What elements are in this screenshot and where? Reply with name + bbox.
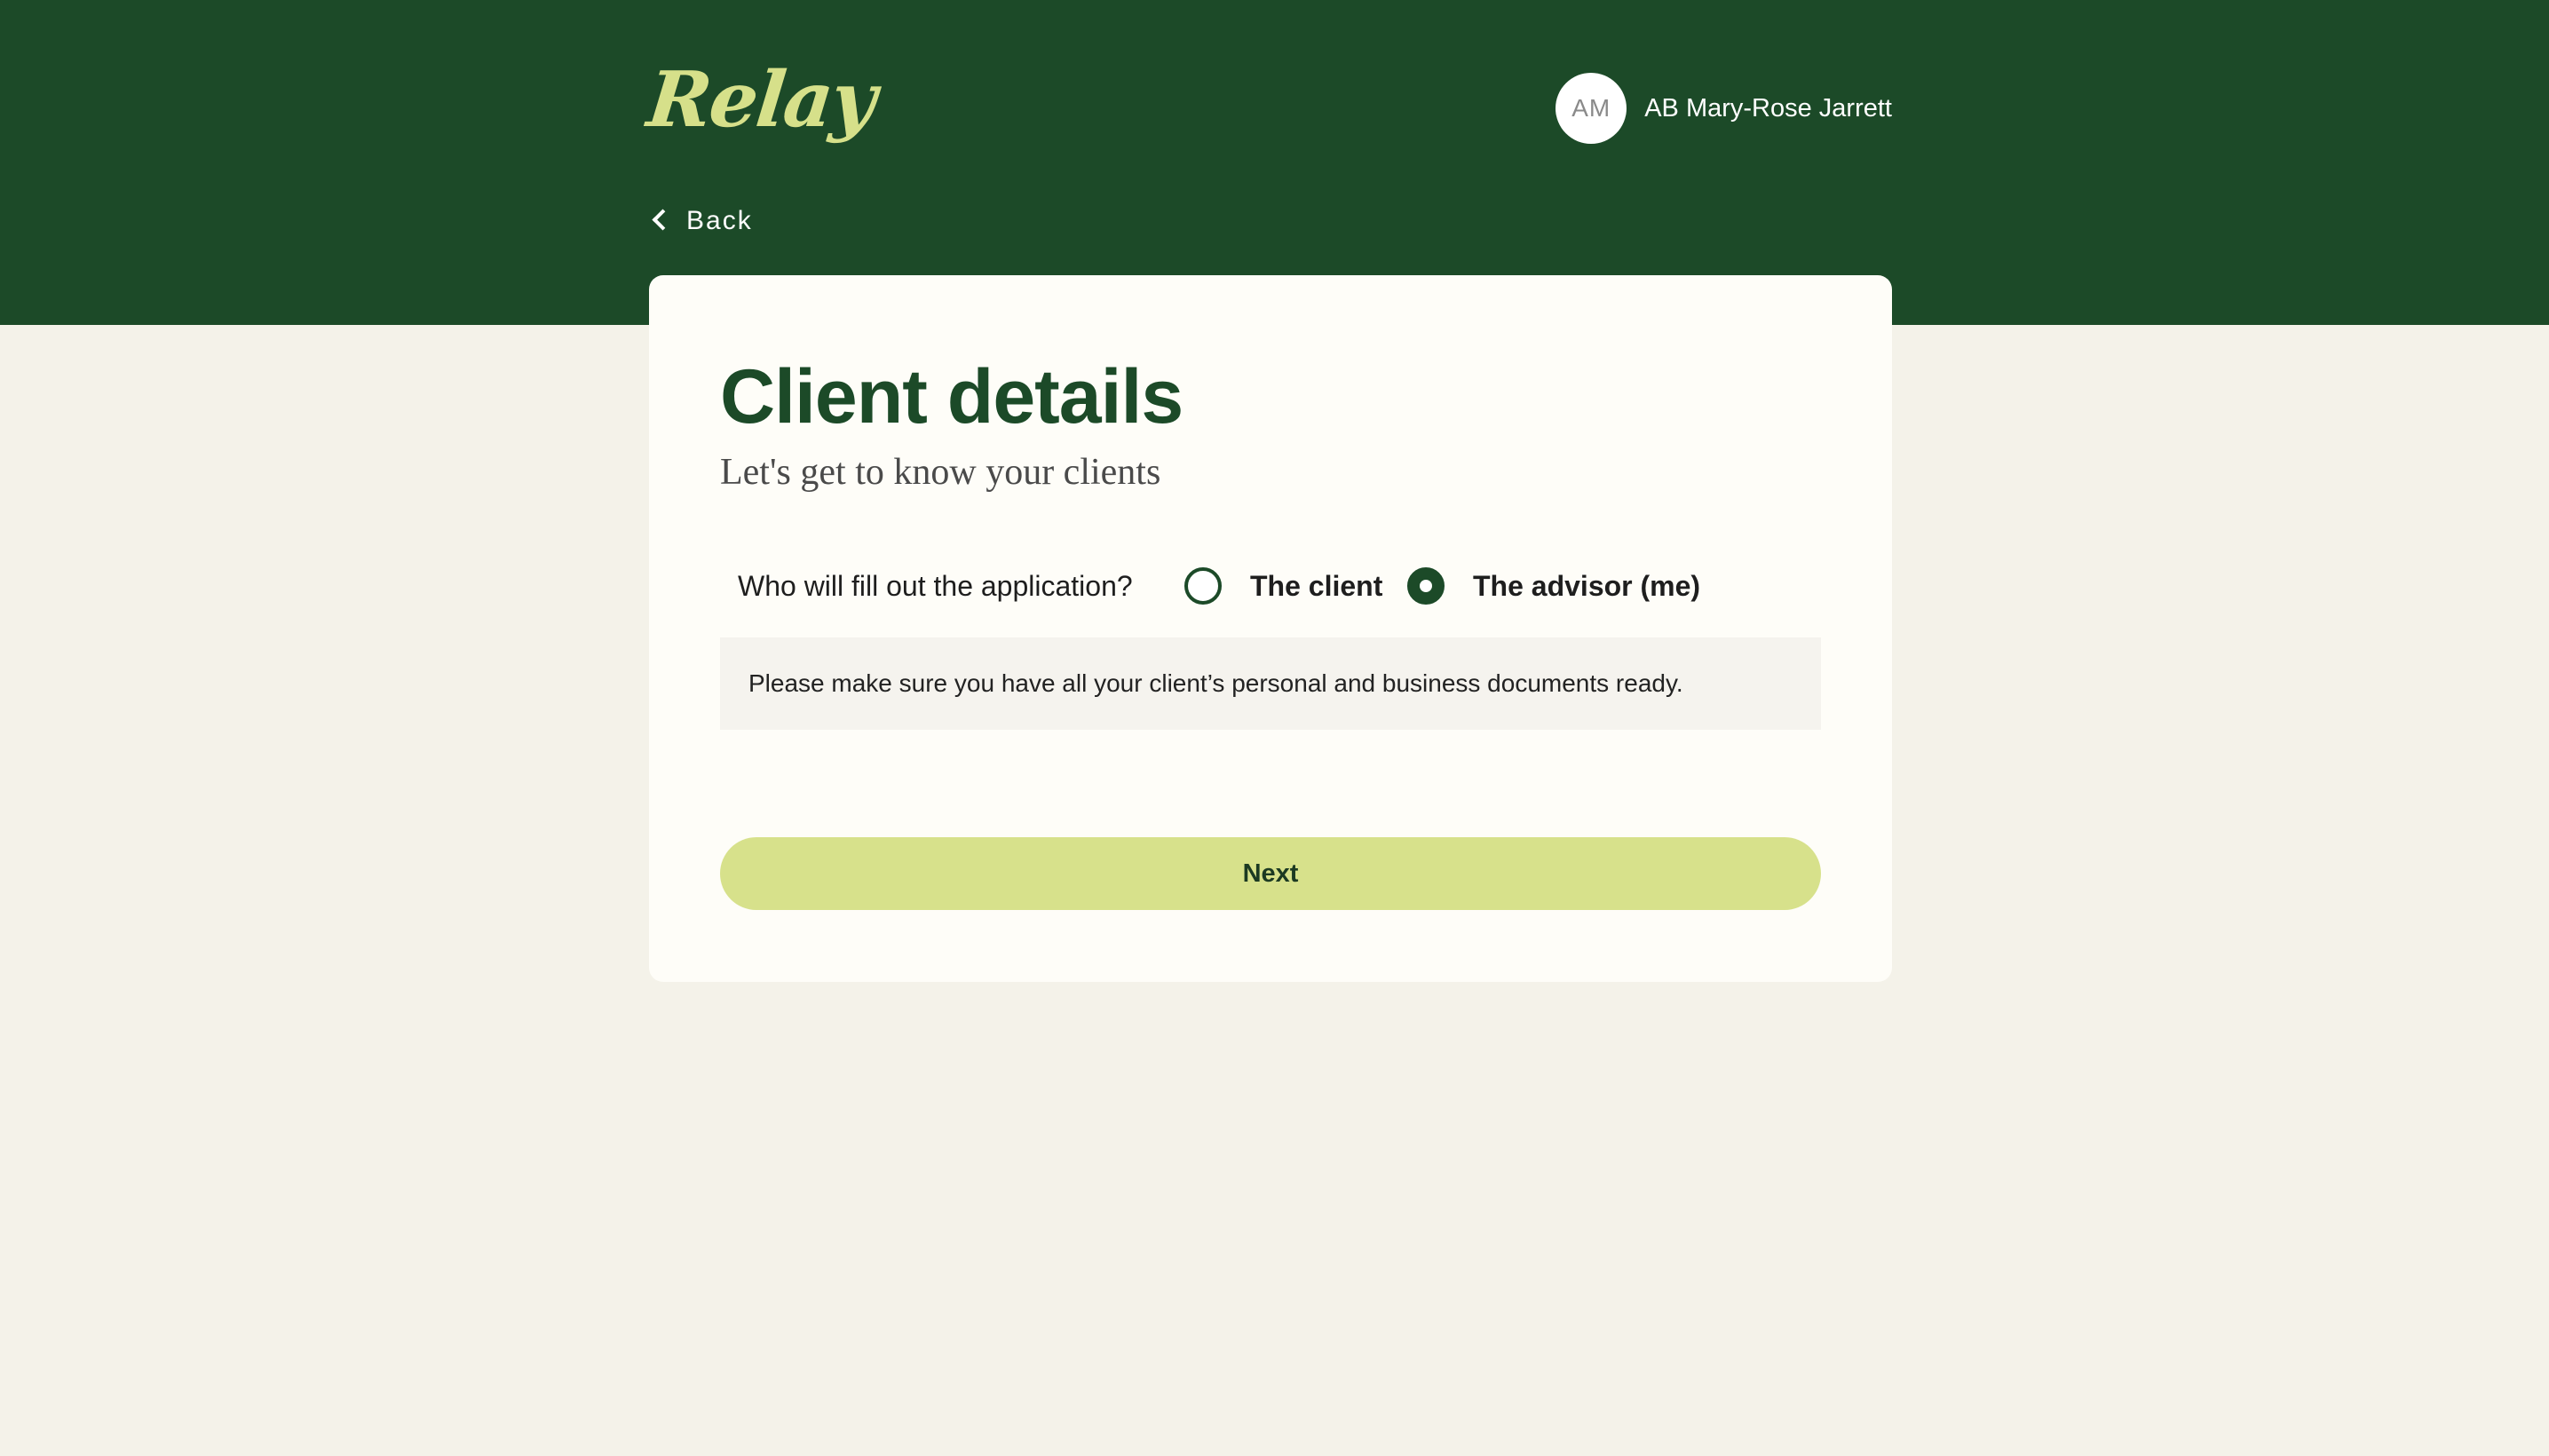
filler-question-row: Who will fill out the application? The c… xyxy=(738,559,1821,613)
chevron-left-icon xyxy=(652,208,674,231)
radio-advisor[interactable] xyxy=(1407,567,1445,605)
back-link[interactable]: Back xyxy=(652,206,753,236)
back-label: Back xyxy=(686,206,753,235)
page-title: Client details xyxy=(720,354,1183,439)
avatar[interactable]: AM xyxy=(1556,73,1627,144)
filler-question-label: Who will fill out the application? xyxy=(738,569,1133,602)
client-details-card: Client details Let's get to know your cl… xyxy=(649,275,1892,982)
page-subtitle: Let's get to know your clients xyxy=(720,452,1161,493)
documents-notice: Please make sure you have all your clien… xyxy=(720,637,1821,730)
user-name: AB Mary-Rose Jarrett xyxy=(1644,93,1892,123)
radio-label-client[interactable]: The client xyxy=(1250,570,1382,603)
user-menu[interactable]: AM AB Mary-Rose Jarrett xyxy=(1556,73,1892,144)
radio-selected-dot xyxy=(1420,580,1432,592)
radio-option-advisor[interactable]: The advisor (me) xyxy=(1407,567,1700,605)
relay-logo[interactable]: Relay xyxy=(644,55,879,145)
radio-client[interactable] xyxy=(1184,567,1222,605)
next-button[interactable]: Next xyxy=(720,837,1821,910)
radio-label-advisor[interactable]: The advisor (me) xyxy=(1473,570,1700,603)
radio-option-client[interactable]: The client xyxy=(1184,567,1382,605)
